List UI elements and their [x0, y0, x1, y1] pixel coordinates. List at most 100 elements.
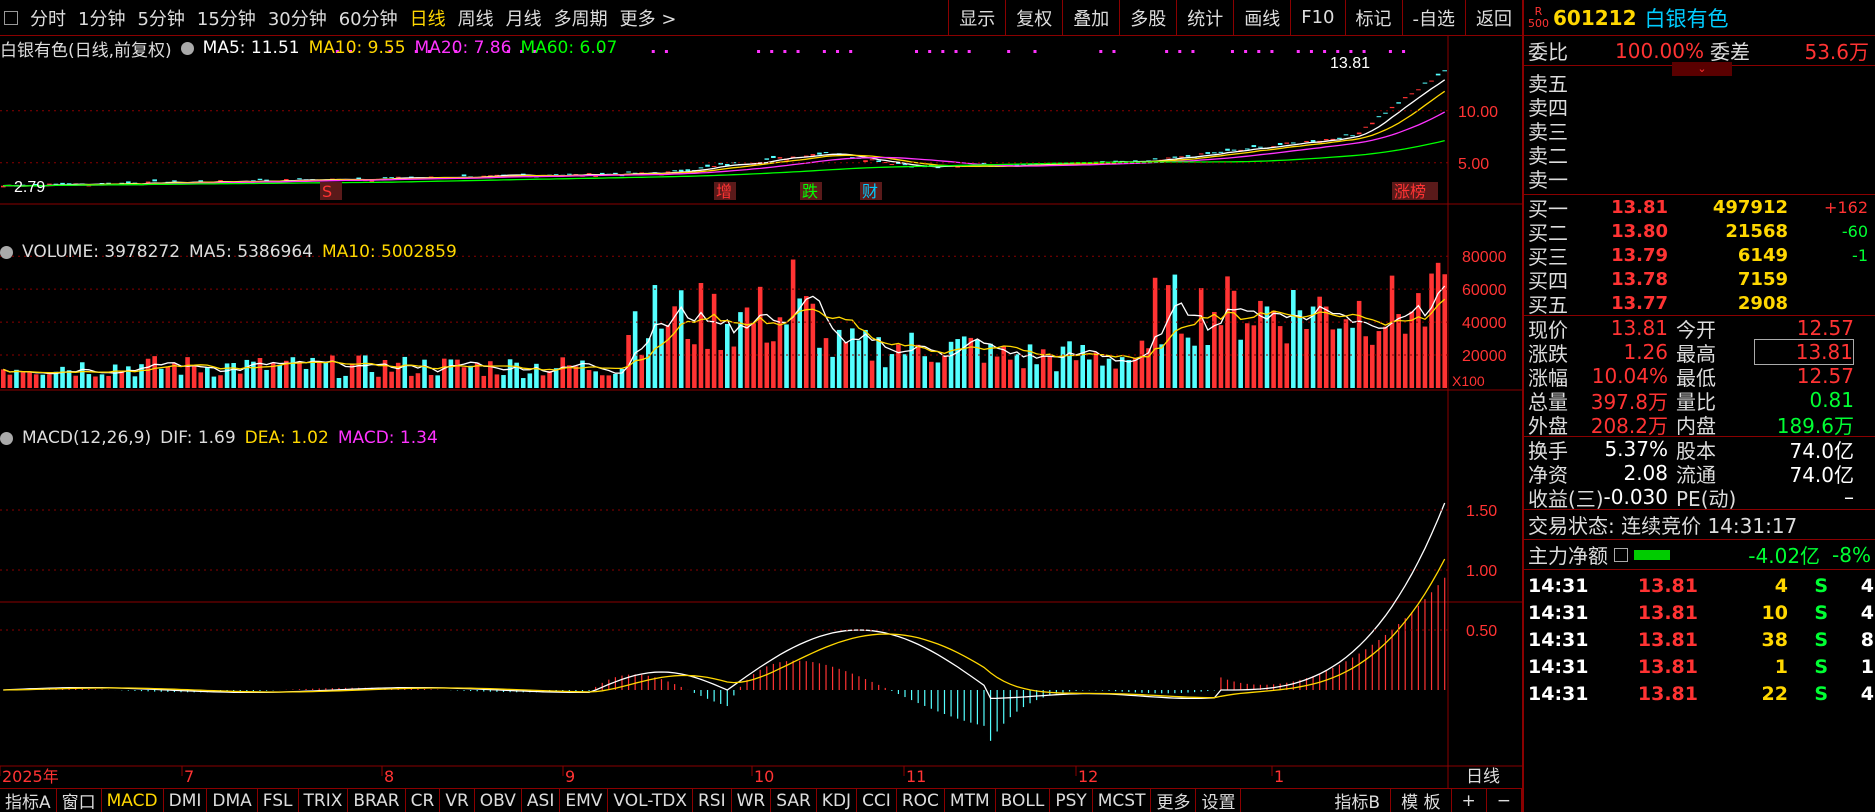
signal-dot	[1296, 50, 1300, 53]
indicator-tab[interactable]: WR	[732, 789, 772, 812]
volume-bar	[784, 324, 789, 388]
indicator-tab[interactable]: CCI	[857, 789, 897, 812]
function-tab[interactable]: 画线	[1233, 0, 1290, 35]
volume-bar	[106, 375, 111, 388]
event-marker: 跌	[802, 182, 818, 201]
indicator-tab[interactable]: ASI	[522, 789, 561, 812]
signal-dot	[822, 50, 826, 53]
volume-bar	[323, 361, 329, 388]
indicator-tab[interactable]: MACD	[102, 789, 164, 812]
indicator-tab[interactable]: PSY	[1050, 789, 1093, 812]
signal-dot	[1362, 50, 1366, 53]
signal-dot	[1099, 50, 1103, 53]
tick-volume: 10	[1761, 601, 1788, 624]
indicator-b-tab[interactable]: +	[1452, 789, 1487, 812]
buy-volume: 7159	[1737, 268, 1788, 290]
volume-bar	[1014, 354, 1020, 388]
volume-bar	[856, 340, 862, 388]
period-tab[interactable]: 周线	[452, 5, 500, 31]
indicator-tab[interactable]: SAR	[771, 789, 817, 812]
kline-chart[interactable]: 10.00 5.00 13.81 2.79 S 增 跌 财 涨榜 80000 60000 40000 2…	[0, 36, 1522, 788]
period-tab[interactable]: 多周期	[548, 5, 614, 31]
period-tab[interactable]: 60分钟	[333, 5, 404, 31]
period-tab[interactable]: 更多 >	[614, 5, 683, 31]
stat-value-2: 12.57	[1796, 364, 1854, 388]
period-tab[interactable]: 1分钟	[72, 5, 131, 31]
indicator-tab[interactable]: DMI	[164, 789, 208, 812]
buy-row: 买五 13.77 2908	[1524, 291, 1875, 317]
settings-icon[interactable]	[180, 41, 194, 55]
event-marker: 财	[862, 182, 878, 201]
volume-bar	[14, 369, 19, 388]
period-tab[interactable]: 分时	[24, 5, 72, 31]
indicator-tab[interactable]: FSL	[258, 789, 299, 812]
volume-bar	[1429, 273, 1434, 388]
dif-line	[3, 502, 1446, 700]
indicator-b-tab[interactable]: 指标B	[1324, 789, 1392, 812]
indicator-tab[interactable]: MCST	[1093, 789, 1152, 812]
function-tab[interactable]: 标记	[1344, 0, 1402, 35]
sell-row: 卖三	[1524, 118, 1875, 144]
candle	[172, 180, 177, 182]
volume-bar	[678, 290, 684, 388]
function-tab[interactable]: 显示	[948, 0, 1005, 35]
indicator-tab[interactable]: ROC	[897, 789, 945, 812]
function-tab[interactable]: F10	[1290, 0, 1344, 35]
function-tab[interactable]: 返回	[1465, 0, 1522, 35]
volume-bar	[1218, 325, 1224, 388]
function-tab[interactable]: 多股	[1119, 0, 1176, 35]
indicator-tab[interactable]: CR	[406, 789, 441, 812]
indicator-tab[interactable]: BOLL	[996, 789, 1051, 812]
sell-label: 卖一	[1528, 167, 1568, 192]
volume-bar	[698, 282, 704, 388]
indicator-tab[interactable]: 设置	[1196, 789, 1242, 812]
indicator-tab[interactable]: VOL-TDX	[608, 789, 693, 812]
indicator-tab[interactable]: 窗口	[57, 789, 102, 812]
indicator-tab[interactable]: BRAR	[348, 789, 406, 812]
indicator-tab[interactable]: RSI	[693, 789, 732, 812]
candle	[297, 178, 302, 180]
settings-icon[interactable]	[0, 245, 13, 259]
period-tab[interactable]: 5分钟	[131, 5, 190, 31]
indicator-tab[interactable]: 更多	[1151, 789, 1197, 812]
sell-row: 卖一	[1524, 166, 1875, 192]
volume-bar	[178, 374, 184, 388]
volume-bar	[909, 332, 914, 388]
function-tab[interactable]: 复权	[1005, 0, 1062, 35]
indicator-tab[interactable]: MTM	[945, 789, 996, 812]
indicator-b-tab[interactable]: −	[1487, 789, 1522, 812]
function-tab[interactable]: 叠加	[1062, 0, 1119, 35]
volume-bar	[606, 375, 612, 388]
volume-bar	[1060, 346, 1066, 388]
indicator-tab[interactable]: TRIX	[299, 789, 349, 812]
indicator-tab[interactable]: EMV	[560, 789, 609, 812]
period-tab[interactable]: 15分钟	[191, 5, 262, 31]
volume-bar	[560, 357, 566, 388]
indicator-b-tab[interactable]: 模 板	[1391, 789, 1452, 812]
chart-canvas[interactable]: 10.00 5.00 13.81 2.79 S 增 跌 财 涨榜 80000 60000 40000 2…	[0, 36, 1522, 788]
volume-bar	[402, 356, 408, 388]
indicator-tab[interactable]: VR	[440, 789, 475, 812]
volume-bar	[264, 369, 269, 388]
settings-icon[interactable]	[0, 431, 13, 445]
period-tabs: 分时 1分钟 5分钟 15分钟 30分钟 60分钟 日线 周线 月线 多周期 更多 >	[0, 0, 682, 35]
volume-bar	[731, 346, 737, 388]
tick-volume: 22	[1761, 682, 1788, 705]
volume-bar	[790, 259, 796, 388]
buy-price: 13.79	[1611, 244, 1668, 266]
function-tab[interactable]: -自选	[1401, 0, 1466, 35]
indicator-tab[interactable]: 指标A	[0, 789, 57, 812]
period-tab[interactable]: 30分钟	[262, 5, 333, 31]
tick-list[interactable]: 14:31 13.81 4 S 4 14:31 13.81 10 S 4 14:31 13.81 38 S…	[1524, 570, 1875, 707]
volume-bar	[817, 347, 822, 388]
indicator-tab[interactable]: OBV	[475, 789, 522, 812]
list-icon[interactable]	[1614, 547, 1628, 562]
volume-bar	[1370, 344, 1375, 388]
function-tab[interactable]: 统计	[1176, 0, 1233, 35]
period-tab[interactable]: 月线	[500, 5, 548, 31]
sell-row: 卖四	[1524, 94, 1875, 120]
indicator-tab[interactable]: DMA	[207, 789, 258, 812]
indicator-tab[interactable]: KDJ	[817, 789, 858, 812]
period-tab[interactable]: 日线	[404, 5, 452, 31]
window-icon[interactable]	[4, 10, 18, 25]
